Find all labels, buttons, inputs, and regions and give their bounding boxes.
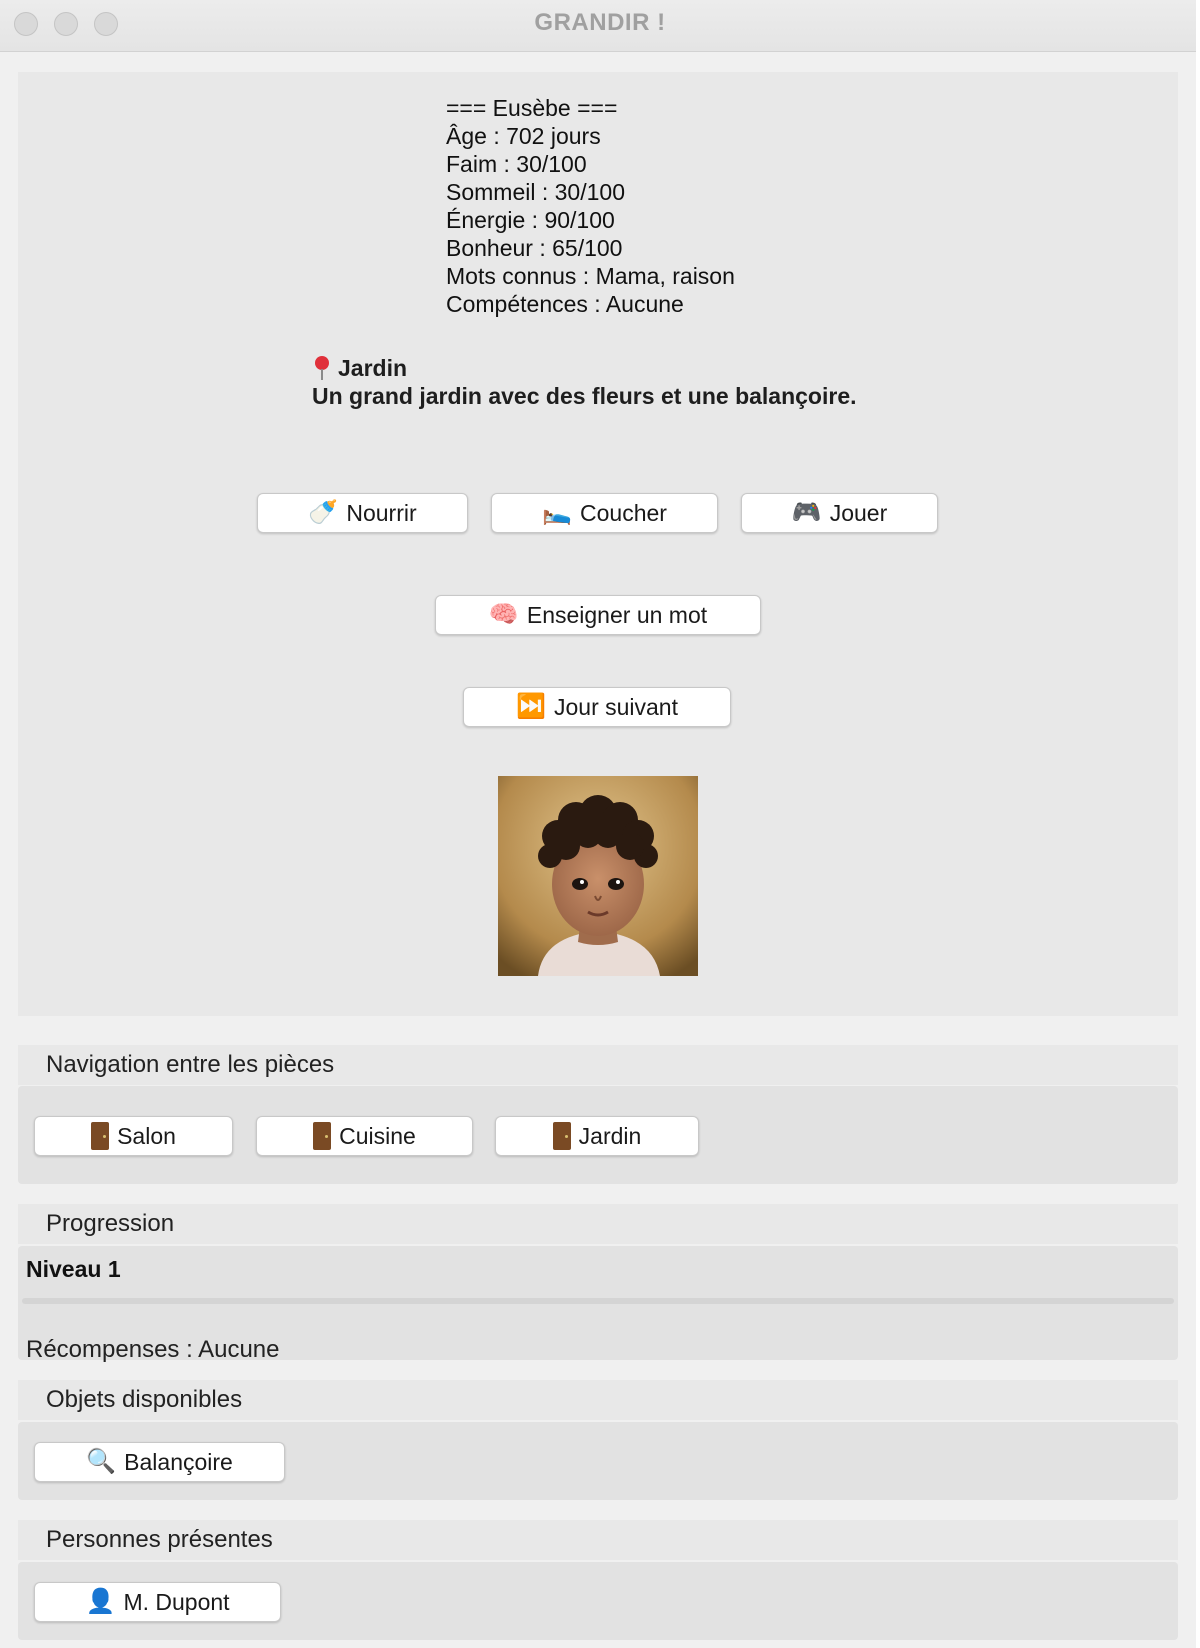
room-label: Salon (117, 1122, 176, 1149)
progression-section-title: Progression (18, 1204, 1178, 1244)
room-button-salon[interactable]: Salon (34, 1116, 233, 1156)
objects-section: 🔍 Balançoire (18, 1422, 1178, 1500)
person-label: M. Dupont (123, 1588, 230, 1615)
child-stats: === Eusèbe === Âge : 702 jours Faim : 30… (446, 94, 735, 318)
brain-icon: 🧠 (488, 601, 519, 628)
door-icon (91, 1122, 110, 1150)
jouer-button[interactable]: 🎮 Jouer (741, 493, 938, 533)
stat-sommeil: Sommeil : 30/100 (446, 179, 625, 205)
app-window: GRANDIR ! === Eusèbe === Âge : 702 jours… (0, 0, 1200, 1648)
jouer-label: Jouer (829, 499, 888, 526)
navigation-section-title: Navigation entre les pièces (18, 1045, 1178, 1085)
current-location: Jardin Un grand jardin avec des fleurs e… (312, 354, 857, 410)
jour-suivant-label: Jour suivant (553, 693, 678, 720)
level-label: Niveau 1 (26, 1256, 121, 1282)
object-label: Balançoire (124, 1448, 233, 1475)
stat-mots: Mots connus : Mama, raison (446, 263, 735, 289)
room-label: Jardin (578, 1122, 642, 1149)
object-button-balancoire[interactable]: 🔍 Balançoire (34, 1442, 285, 1482)
main-panel: === Eusèbe === Âge : 702 jours Faim : 30… (18, 72, 1178, 1016)
location-description: Un grand jardin avec des fleurs et une b… (312, 383, 857, 409)
baby-bottle-icon: 🍼 (308, 499, 339, 526)
room-button-cuisine[interactable]: Cuisine (256, 1116, 473, 1156)
enseigner-button[interactable]: 🧠 Enseigner un mot (435, 595, 761, 635)
level-progress-bar (22, 1298, 1174, 1304)
rewards-label: Récompenses : Aucune (26, 1336, 280, 1363)
stats-header: === Eusèbe === (446, 95, 618, 121)
magnifying-glass-icon: 🔍 (86, 1448, 117, 1475)
pin-icon (312, 355, 332, 381)
location-name: Jardin (338, 355, 408, 381)
stat-faim: Faim : 30/100 (446, 151, 587, 177)
room-label: Cuisine (339, 1122, 416, 1149)
navigation-section: Salon Cuisine Jardin (18, 1086, 1178, 1184)
coucher-label: Coucher (580, 499, 667, 526)
next-track-icon: ⏭️ (516, 693, 546, 720)
people-section-title: Personnes présentes (18, 1520, 1178, 1560)
nourrir-button[interactable]: 🍼 Nourrir (257, 493, 468, 533)
child-portrait-image (498, 776, 698, 976)
progression-section: Niveau 1 Récompenses : Aucune (18, 1246, 1178, 1363)
people-section: 👤 M. Dupont (18, 1562, 1178, 1640)
nourrir-label: Nourrir (346, 499, 417, 526)
stat-age: Âge : 702 jours (446, 123, 601, 149)
stat-competences: Compétences : Aucune (446, 291, 684, 317)
person-button-dupont[interactable]: 👤 M. Dupont (34, 1582, 281, 1622)
room-button-jardin[interactable]: Jardin (495, 1116, 699, 1156)
title-bar: GRANDIR ! (0, 0, 1200, 52)
objects-section-title: Objets disponibles (18, 1380, 1178, 1420)
stat-energie: Énergie : 90/100 (446, 207, 615, 233)
window-title: GRANDIR ! (534, 9, 666, 36)
person-silhouette-icon: 👤 (85, 1588, 116, 1615)
jour-suivant-button[interactable]: ⏭️ Jour suivant (463, 687, 731, 727)
coucher-button[interactable]: 🛌 Coucher (491, 493, 718, 533)
enseigner-label: Enseigner un mot (526, 601, 708, 628)
stat-bonheur: Bonheur : 65/100 (446, 235, 623, 261)
game-controller-icon: 🎮 (791, 499, 822, 526)
window-edge (1196, 0, 1200, 1648)
door-icon (313, 1122, 332, 1150)
bed-icon: 🛌 (542, 499, 572, 526)
door-icon (552, 1122, 571, 1150)
